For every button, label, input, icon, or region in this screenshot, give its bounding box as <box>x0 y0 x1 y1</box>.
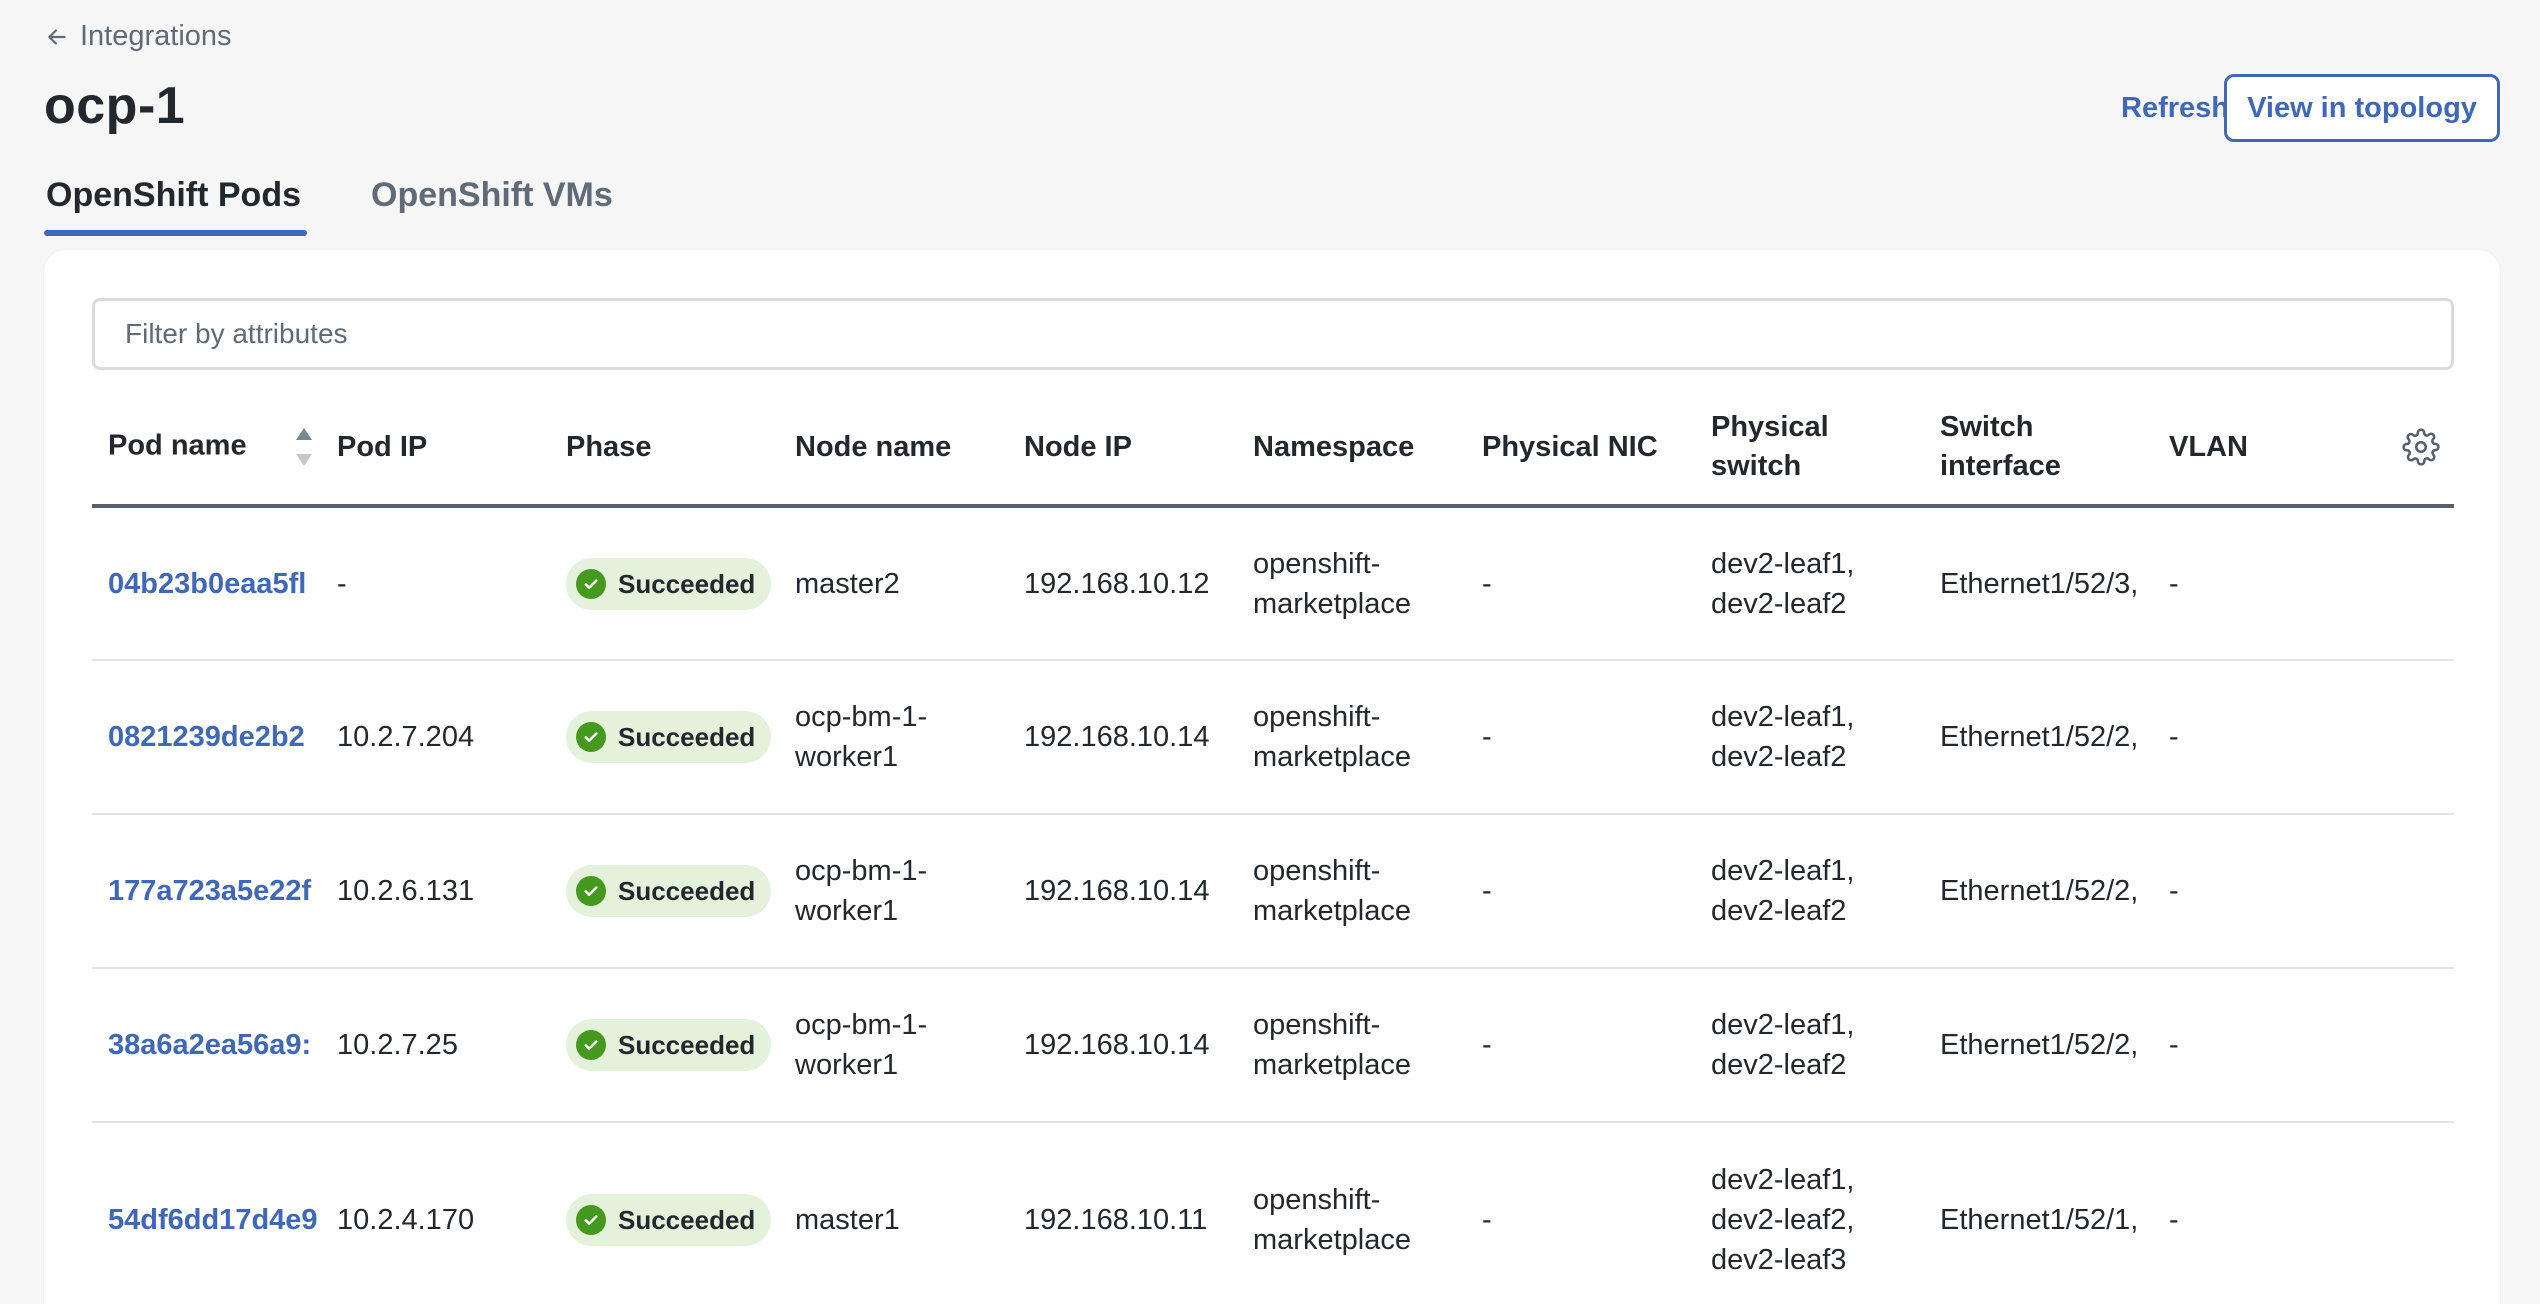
check-circle-icon <box>576 876 606 906</box>
column-header-switch-interface[interactable]: Switch interface <box>1924 390 2153 508</box>
physical-nic-cell: - <box>1482 1203 1492 1236</box>
filter-input[interactable] <box>92 298 2454 370</box>
phase-cell: Succeeded <box>550 506 779 661</box>
pod-ip-cell: 10.2.4.170 <box>337 1203 475 1236</box>
switch-interface-cell: Ethernet1/52/2, <box>1924 814 2153 969</box>
node-name-cell: ocp-bm-1-worker1 <box>779 968 1008 1123</box>
phase-cell: Succeeded <box>550 1122 779 1304</box>
vlan-cell: - <box>2153 814 2454 969</box>
view-in-topology-button[interactable]: View in topology <box>2224 74 2500 142</box>
check-circle-icon <box>576 722 606 752</box>
pod-ip-cell: 10.2.7.25 <box>321 968 550 1123</box>
switch-interface-cell: Ethernet1/52/2, <box>1924 660 2153 815</box>
physical-nic-cell: - <box>1466 506 1695 661</box>
pod-ip-cell: 10.2.6.131 <box>321 814 550 969</box>
tab-openshift-pods[interactable]: OpenShift Pods <box>44 170 307 236</box>
namespace-cell: openshift-marketplace <box>1237 660 1466 815</box>
table-row[interactable]: 54df6dd17d4e9 10.2.4.170 Succeeded maste… <box>92 1122 2454 1304</box>
column-header-vlan[interactable]: VLAN <box>2153 390 2454 508</box>
vlan-cell: - <box>2153 506 2454 661</box>
node-name-cell: ocp-bm-1-worker1 <box>779 660 1008 815</box>
status-badge-label: Succeeded <box>618 568 756 599</box>
physical-nic-cell: - <box>1466 660 1695 815</box>
column-header-phase[interactable]: Phase <box>550 390 779 508</box>
column-header-pod-name[interactable]: Pod name <box>92 390 321 508</box>
gear-icon[interactable] <box>2402 427 2440 466</box>
column-header-node-ip[interactable]: Node IP <box>1008 390 1237 508</box>
physical-switch-cell: dev2-leaf1,dev2-leaf2 <box>1695 660 1924 815</box>
status-badge: Succeeded <box>566 1193 772 1246</box>
page-title: ocp-1 <box>44 77 186 135</box>
status-badge-label: Succeeded <box>618 876 756 906</box>
pod-name-link[interactable]: 54df6dd17d4e9 <box>92 1122 321 1304</box>
column-header-namespace[interactable]: Namespace <box>1237 390 1466 508</box>
check-circle-icon <box>576 1204 606 1235</box>
pod-ip-cell: - <box>321 506 550 661</box>
table-row[interactable]: 04b23b0eaa5fl - Succeeded master2 192.16… <box>92 506 2454 661</box>
status-badge: Succeeded <box>566 865 772 917</box>
pod-name-link[interactable]: 38a6a2ea56a9: <box>92 968 321 1123</box>
pods-table: Pod name Pod IP Phase Node name Node IP … <box>92 390 2454 1304</box>
phase-cell: Succeeded <box>550 660 779 815</box>
pod-name-link[interactable]: 0821239de2b2 <box>92 660 321 815</box>
tab-openshift-vms[interactable]: OpenShift VMs <box>369 170 615 236</box>
node-name-cell: master2 <box>779 506 1008 661</box>
physical-switch-cell: dev2-leaf1,dev2-leaf2 <box>1695 968 1924 1123</box>
breadcrumb-label[interactable]: Integrations <box>80 20 232 53</box>
phase-cell: Succeeded <box>550 814 779 969</box>
table-row[interactable]: 38a6a2ea56a9: 10.2.7.25 Succeeded ocp-bm… <box>92 968 2454 1123</box>
physical-nic-cell: - <box>1466 814 1695 969</box>
column-header-node-name[interactable]: Node name <box>779 390 1008 508</box>
node-ip-cell: 192.168.10.12 <box>1008 506 1237 661</box>
status-badge: Succeeded <box>566 1019 772 1071</box>
status-badge: Succeeded <box>566 557 772 610</box>
status-badge: Succeeded <box>566 711 772 763</box>
table-row[interactable]: 0821239de2b2 10.2.7.204 Succeeded ocp-bm… <box>92 660 2454 815</box>
namespace-cell: openshift-marketplace <box>1237 506 1466 661</box>
table-row[interactable]: 177a723a5e22f 10.2.6.131 Succeeded ocp-b… <box>92 814 2454 969</box>
switch-interface-cell: Ethernet1/52/2, <box>1924 968 2153 1123</box>
physical-switch-cell: dev2-leaf1,dev2-leaf2 <box>1695 814 1924 969</box>
namespace-cell: openshift-marketplace <box>1237 968 1466 1123</box>
switch-interface-cell: Ethernet1/52/1, <box>1940 1203 2139 1236</box>
vlan-cell: - <box>2153 968 2454 1123</box>
node-ip-cell: 192.168.10.14 <box>1008 968 1237 1123</box>
pods-card: Pod name Pod IP Phase Node name Node IP … <box>44 250 2500 1304</box>
status-badge-label: Succeeded <box>618 1204 756 1235</box>
switch-interface-cell: Ethernet1/52/3, <box>1924 506 2153 661</box>
node-ip-cell: 192.168.10.11 <box>1024 1203 1208 1236</box>
pod-name-link[interactable]: 04b23b0eaa5fl <box>92 506 321 661</box>
physical-switch-cell: dev2-leaf1,dev2-leaf2,dev2-leaf3 <box>1711 1163 1855 1276</box>
status-badge-label: Succeeded <box>618 1030 756 1060</box>
pod-ip-cell: 10.2.7.204 <box>321 660 550 815</box>
phase-cell: Succeeded <box>550 968 779 1123</box>
node-name-cell: master1 <box>795 1203 900 1236</box>
column-header-pod-ip[interactable]: Pod IP <box>321 390 550 508</box>
node-ip-cell: 192.168.10.14 <box>1008 814 1237 969</box>
node-name-cell: ocp-bm-1-worker1 <box>779 814 1008 969</box>
vlan-cell: - <box>2169 1203 2179 1236</box>
status-badge-label: Succeeded <box>618 722 756 752</box>
physical-switch-cell: dev2-leaf1,dev2-leaf2 <box>1695 506 1924 661</box>
arrow-left-icon <box>48 28 66 45</box>
namespace-cell: openshift-marketplace <box>1253 1183 1411 1256</box>
pod-name-link[interactable]: 177a723a5e22f <box>92 814 321 969</box>
check-circle-icon <box>576 568 606 599</box>
breadcrumb[interactable]: Integrations <box>44 20 232 53</box>
node-ip-cell: 192.168.10.14 <box>1008 660 1237 815</box>
namespace-cell: openshift-marketplace <box>1237 814 1466 969</box>
tab-bar: OpenShift Pods OpenShift VMs <box>44 170 681 236</box>
column-header-physical-switch[interactable]: Physical switch <box>1695 390 1924 508</box>
sort-icon[interactable] <box>295 426 313 468</box>
check-circle-icon <box>576 1030 606 1060</box>
vlan-cell: - <box>2153 660 2454 815</box>
physical-nic-cell: - <box>1466 968 1695 1123</box>
column-header-physical-nic[interactable]: Physical NIC <box>1466 390 1695 508</box>
table-header-row: Pod name Pod IP Phase Node name Node IP … <box>92 390 2454 508</box>
